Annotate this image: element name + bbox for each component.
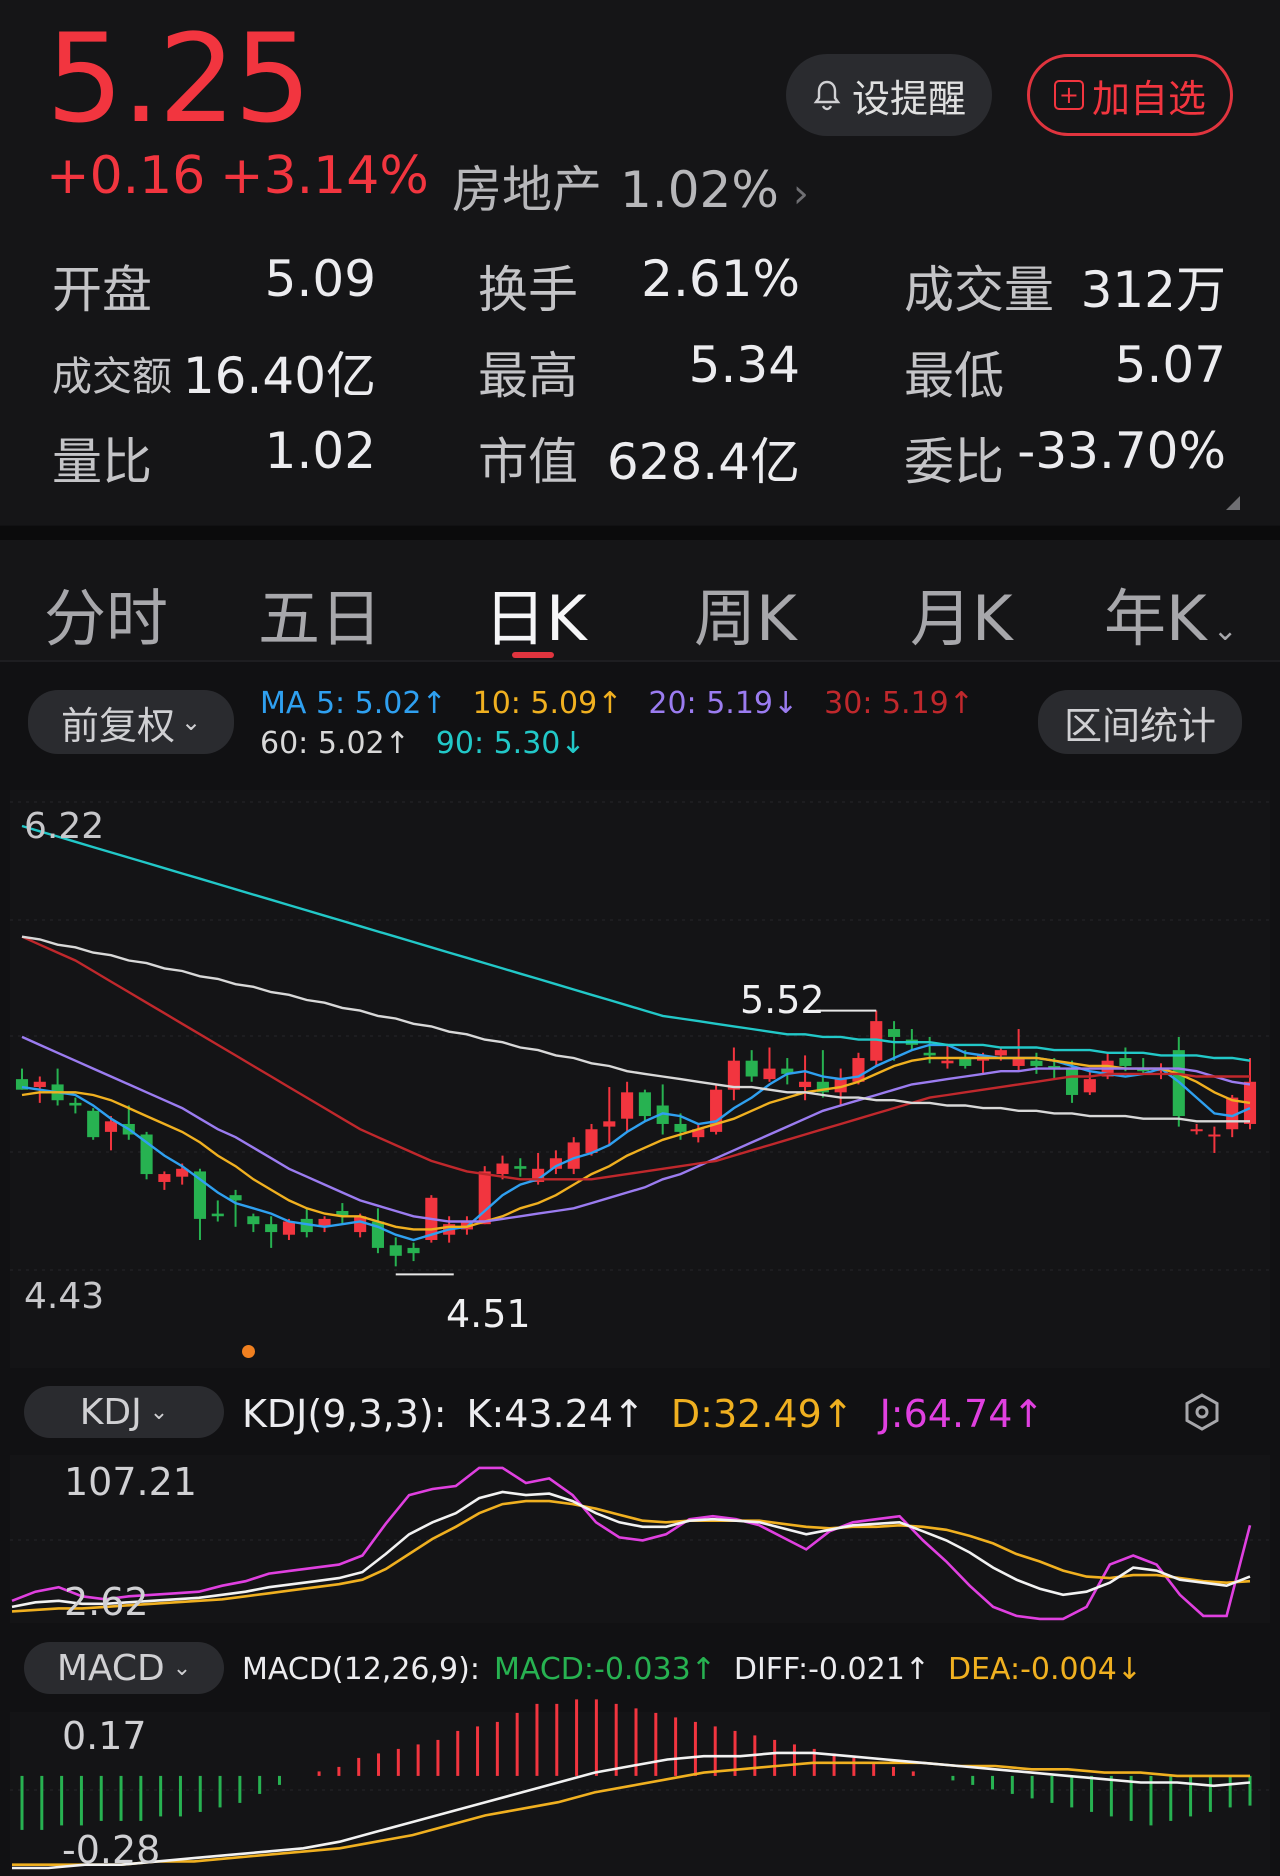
- candle-body: [104, 1121, 118, 1132]
- chevron-down-icon: ⌄: [172, 1655, 192, 1681]
- candle-body: [282, 1221, 296, 1235]
- candle-body: [1208, 1134, 1221, 1137]
- candle-body: [87, 1110, 100, 1138]
- candle-body: [33, 1081, 46, 1088]
- macd-diff-value: DIFF:-0.021↑: [733, 1652, 930, 1687]
- candle-body: [514, 1166, 527, 1169]
- candle-body: [407, 1247, 420, 1254]
- kdj-legend: KDJ(9,3,3): K:43.24↑ D:32.49↑ J:64.74↑: [242, 1392, 1044, 1436]
- candle-body: [674, 1123, 687, 1132]
- candle-body: [265, 1224, 278, 1233]
- candle-body: [888, 1029, 901, 1037]
- candle-body: [1083, 1079, 1096, 1093]
- kline-chart[interactable]: [0, 0, 1280, 1876]
- kline-y-top: 6.22: [24, 806, 105, 847]
- kdj-j-value: J:64.74↑: [879, 1392, 1045, 1436]
- candle-body: [1119, 1058, 1132, 1066]
- kdj-y-top: 107.21: [64, 1460, 197, 1504]
- macd-indicator-label: MACD: [56, 1647, 165, 1689]
- macd-y-bottom: -0.28: [62, 1828, 161, 1872]
- candle-body: [211, 1213, 224, 1217]
- candle-body: [1012, 1058, 1025, 1066]
- kdj-params: KDJ(9,3,3):: [242, 1392, 447, 1436]
- macd-params: MACD(12,26,9):: [242, 1652, 480, 1687]
- candle-body: [603, 1121, 616, 1127]
- macd-indicator-dropdown[interactable]: MACD ⌄: [24, 1642, 224, 1694]
- candle-body: [1190, 1129, 1203, 1132]
- candle-body: [994, 1050, 1007, 1056]
- candle-body: [745, 1060, 758, 1077]
- kline-plot-area: [10, 790, 1270, 1368]
- macd-y-top: 0.17: [62, 1714, 147, 1758]
- kdj-indicator-dropdown[interactable]: KDJ ⌄: [24, 1386, 224, 1438]
- kline-low-label: 4.51: [446, 1292, 531, 1336]
- candle-body: [567, 1142, 580, 1169]
- candle-body: [941, 1060, 954, 1064]
- macd-value: MACD:-0.033↑: [493, 1652, 716, 1687]
- candle-body: [959, 1058, 972, 1066]
- candle-body: [1030, 1060, 1043, 1066]
- candle-body: [923, 1052, 936, 1056]
- candle-body: [69, 1102, 82, 1106]
- macd-legend: MACD(12,26,9): MACD:-0.033↑ DIFF:-0.021↑ DE…: [242, 1652, 1142, 1687]
- candle-body: [1065, 1068, 1079, 1095]
- kdj-d-value: D:32.49↑: [670, 1392, 854, 1436]
- macd-dea-value: DEA:-0.004↓: [947, 1652, 1142, 1687]
- candle-body: [158, 1174, 171, 1182]
- chevron-down-icon: ⌄: [149, 1399, 169, 1425]
- candle-body: [585, 1129, 598, 1153]
- candle-body: [638, 1092, 651, 1117]
- kline-y-bottom: 4.43: [24, 1276, 105, 1317]
- kdj-k-value: K:43.24↑: [466, 1392, 645, 1436]
- kdj-y-bottom: 2.62: [64, 1580, 149, 1624]
- candle-body: [496, 1163, 509, 1175]
- candle-body: [621, 1092, 634, 1119]
- kline-high-label: 5.52: [740, 978, 825, 1022]
- event-marker[interactable]: [242, 1345, 255, 1358]
- candle-body: [799, 1081, 812, 1088]
- settings-hex-icon[interactable]: [1182, 1392, 1222, 1432]
- candle-body: [763, 1068, 776, 1080]
- candle-body: [389, 1245, 402, 1256]
- kdj-indicator-label: KDJ: [79, 1391, 142, 1433]
- candle-body: [247, 1216, 260, 1225]
